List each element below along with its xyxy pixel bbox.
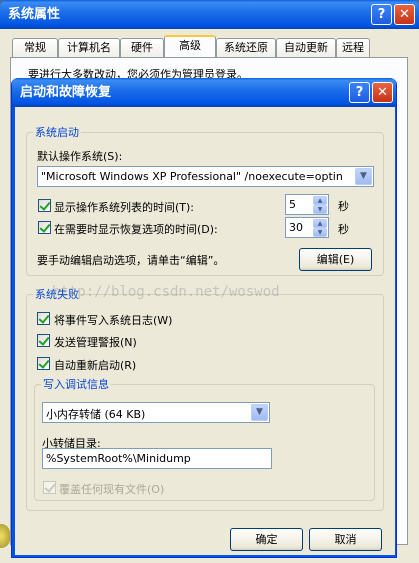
spin-up-icon[interactable]: ▲ xyxy=(313,219,327,228)
dump-dir-input[interactable]: %SystemRoot%\Minidump xyxy=(42,448,272,469)
default-os-label: 默认操作系统(S): xyxy=(37,150,123,163)
debug-type-select[interactable]: 小内存转储 (64 KB) ▼ xyxy=(42,402,270,423)
tab-general[interactable]: 常规 xyxy=(12,38,58,57)
write-event-checkbox[interactable] xyxy=(37,312,50,325)
dialog-title: 启动和故障恢复 xyxy=(20,85,112,100)
watermark: http://blog.csdn.net/woswod xyxy=(52,284,280,300)
show-recovery-label: 在需要时显示恢复选项的时间(D): xyxy=(54,223,218,236)
dump-dir-value: %SystemRoot%\Minidump xyxy=(46,452,191,465)
chevron-down-icon[interactable]: ▼ xyxy=(355,168,372,185)
seconds-unit-1: 秒 xyxy=(338,200,349,213)
overwrite-checkbox[interactable] xyxy=(43,481,56,494)
system-properties-title: 系统属性 xyxy=(8,7,61,22)
spin-down-icon[interactable]: ▼ xyxy=(313,228,327,237)
tab-computer-name[interactable]: 计算机名 xyxy=(58,38,120,57)
system-properties-titlebar: 系统属性 ? ✕ xyxy=(0,0,419,29)
ok-button[interactable]: 确定 xyxy=(230,528,303,551)
close-icon[interactable]: ✕ xyxy=(394,4,415,25)
spin-up-icon[interactable]: ▲ xyxy=(313,196,327,205)
tab-advanced[interactable]: 高级 xyxy=(164,35,216,58)
tab-automatic-updates[interactable]: 自动更新 xyxy=(276,38,336,57)
startup-legend: 系统启动 xyxy=(35,126,79,139)
send-alert-label: 发送管理警报(N) xyxy=(54,336,137,349)
tab-hardware[interactable]: 硬件 xyxy=(120,38,164,57)
edit-button[interactable]: 编辑(E) xyxy=(299,248,372,271)
write-event-label: 将事件写入系统日志(W) xyxy=(54,314,173,327)
dialog-titlebar: 启动和故障恢复 ? ✕ xyxy=(12,78,396,107)
help-icon[interactable]: ? xyxy=(371,4,392,25)
cancel-button[interactable]: 取消 xyxy=(309,528,382,551)
startup-recovery-dialog: 启动和故障恢复 ? ✕ 系统启动 默认操作系统(S): "Microsoft W… xyxy=(11,78,397,558)
spin-down-icon[interactable]: ▼ xyxy=(313,205,327,214)
show-os-list-label: 显示操作系统列表的时间(T): xyxy=(54,201,195,214)
tab-remote[interactable]: 远程 xyxy=(336,38,370,57)
auto-restart-label: 自动重新启动(R) xyxy=(54,359,137,372)
chevron-down-icon[interactable]: ▼ xyxy=(251,404,268,421)
send-alert-checkbox[interactable] xyxy=(37,334,50,347)
edit-hint: 要手动编辑启动选项，请单击“编辑”。 xyxy=(37,254,225,267)
show-os-list-spinner[interactable]: 5 ▲ ▼ xyxy=(285,194,329,215)
default-os-select[interactable]: "Microsoft Windows XP Professional" /noe… xyxy=(37,166,374,187)
default-os-value: "Microsoft Windows XP Professional" /noe… xyxy=(41,170,343,183)
show-recovery-value: 30 xyxy=(289,221,303,234)
dialog-close-icon[interactable]: ✕ xyxy=(372,82,393,103)
tab-system-restore[interactable]: 系统还原 xyxy=(216,38,276,57)
dialog-help-icon[interactable]: ? xyxy=(349,82,370,103)
show-recovery-spinner[interactable]: 30 ▲ ▼ xyxy=(285,217,329,238)
show-os-list-checkbox[interactable] xyxy=(38,199,51,212)
debug-legend: 写入调试信息 xyxy=(43,378,109,391)
seconds-unit-2: 秒 xyxy=(338,223,349,236)
debug-type-value: 小内存转储 (64 KB) xyxy=(46,408,146,421)
show-recovery-checkbox[interactable] xyxy=(38,221,51,234)
auto-restart-checkbox[interactable] xyxy=(37,357,50,370)
show-os-list-value: 5 xyxy=(289,198,296,211)
overwrite-label: 覆盖任何现有文件(O) xyxy=(59,483,165,496)
